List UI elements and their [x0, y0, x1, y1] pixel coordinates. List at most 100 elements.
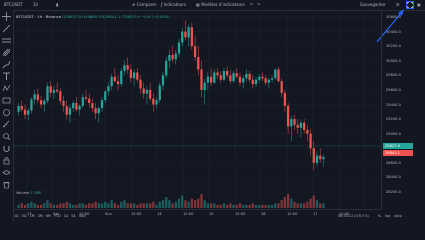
candle-body: [168, 54, 171, 61]
candle-body: [81, 97, 84, 106]
candle-body: [203, 82, 206, 90]
prediction-icon[interactable]: [2, 96, 11, 105]
time-axis-label: Sun: [105, 212, 112, 216]
candle-body: [39, 100, 43, 105]
scale-option[interactable]: %: [378, 214, 381, 218]
legend-symbol: BTCUSDT · 1h · Binance: [16, 14, 62, 19]
compare-button[interactable]: ⊕ Comparer: [132, 1, 156, 9]
candle-body: [213, 72, 216, 83]
scale-option[interactable]: log: [385, 214, 390, 218]
undo-icon[interactable]: ↶: [250, 1, 253, 9]
candle-body: [33, 94, 36, 100]
camera-icon[interactable]: ▣: [417, 1, 421, 9]
range-tab[interactable]: 1M: [30, 214, 35, 218]
range-tab[interactable]: 6M: [46, 214, 51, 218]
candle-body: [23, 109, 27, 115]
interval-selector[interactable]: 1h: [33, 1, 38, 9]
symbol-search[interactable]: BTCUSDT: [4, 1, 23, 9]
scale-options: % log auto: [378, 214, 406, 218]
zoom-in-icon[interactable]: [2, 132, 11, 141]
candle-body: [293, 119, 296, 125]
volume-bar: [155, 204, 158, 208]
volume-bar: [88, 203, 91, 208]
price-axis-label: 30000.0: [386, 58, 401, 63]
time-axis-label: 12:00: [287, 212, 298, 216]
volume-bar: [152, 201, 155, 208]
candle-body: [171, 54, 174, 60]
volume-bar: [20, 203, 23, 208]
text-tool-icon[interactable]: [2, 72, 11, 81]
range-tab[interactable]: Tout: [79, 214, 86, 218]
volume-bar: [123, 200, 126, 208]
price-axis-label: 28400.0: [386, 175, 401, 180]
range-tab[interactable]: YTD: [54, 214, 61, 218]
templates-button[interactable]: ▦ Modèles d'indicateurs: [196, 1, 245, 9]
scale-option[interactable]: auto: [394, 214, 402, 218]
price-axis-label: 28200.0: [386, 190, 401, 194]
magnet-icon[interactable]: [2, 144, 11, 153]
volume-bar: [238, 203, 242, 208]
volume-bar: [55, 204, 59, 208]
volume-bar: [49, 203, 52, 208]
candle-body: [132, 72, 136, 79]
range-tab[interactable]: 5D: [22, 214, 27, 218]
volume-bar: [91, 203, 94, 208]
redo-icon[interactable]: ↷: [257, 1, 260, 9]
candle-body: [142, 88, 145, 94]
candle-body: [136, 72, 139, 80]
candle-body: [267, 79, 270, 83]
price-axis-label: 30600.0: [386, 15, 401, 19]
volume-bar: [39, 204, 43, 208]
lock-icon[interactable]: [2, 156, 11, 165]
candle-body: [152, 98, 155, 105]
eye-icon[interactable]: [2, 168, 11, 177]
brush-icon[interactable]: [2, 60, 11, 69]
range-tab[interactable]: 5A: [71, 214, 75, 218]
pitchfork-icon[interactable]: [2, 48, 11, 57]
range-tab[interactable]: 3M: [38, 214, 43, 218]
save-button[interactable]: Sauvegarder: [360, 1, 386, 9]
candle-body: [238, 76, 242, 83]
volume-bar: [65, 201, 68, 208]
fullscreen-icon: [407, 2, 413, 8]
candle-body: [296, 124, 299, 128]
price-chart[interactable]: [13, 11, 381, 209]
fullscreen-button[interactable]: [406, 1, 414, 9]
candle-body: [59, 91, 62, 101]
pattern-icon[interactable]: [2, 84, 11, 93]
shapes-icon[interactable]: [2, 108, 11, 117]
candle-body: [17, 105, 20, 112]
volume-bar: [110, 200, 113, 208]
range-tab[interactable]: 1D: [14, 214, 19, 218]
candle-body: [145, 89, 149, 94]
candle-body: [43, 100, 46, 105]
settings-gear-icon[interactable]: ⚙: [396, 1, 400, 9]
volume-bar: [222, 203, 226, 208]
horizontal-line-icon[interactable]: [2, 36, 11, 45]
price-axis-label: 29400.0: [386, 102, 401, 107]
volume-bar: [303, 203, 306, 208]
trash-icon[interactable]: [2, 180, 11, 189]
candle-body: [129, 69, 133, 79]
volume-bar: [59, 203, 62, 208]
candle-body: [177, 42, 181, 54]
time-axis-label: 14: [157, 212, 162, 216]
volume-legend-value: 1.768: [30, 191, 41, 195]
volume-bar: [203, 200, 206, 208]
volume-bar: [72, 204, 75, 208]
indicators-button[interactable]: ƒ Indicateurs: [161, 1, 186, 9]
candle-body: [36, 94, 39, 101]
volume-bar: [229, 203, 232, 208]
volume-bar: [23, 204, 27, 208]
volume-bar: [254, 204, 258, 208]
candle-type-icon[interactable]: ▮: [56, 1, 58, 9]
candle-body: [113, 76, 116, 82]
crosshair-icon[interactable]: [2, 12, 11, 21]
ruler-icon[interactable]: [2, 120, 11, 129]
trend-line-icon[interactable]: [2, 24, 11, 33]
volume-bar: [27, 203, 30, 208]
candle-body: [84, 97, 88, 99]
price-axis[interactable]: 30600.0 30400.0 30200.0 30000.0 29800.0 29600…: [381, 11, 425, 209]
range-tab[interactable]: 1A: [64, 214, 68, 218]
volume-bar: [97, 203, 100, 208]
